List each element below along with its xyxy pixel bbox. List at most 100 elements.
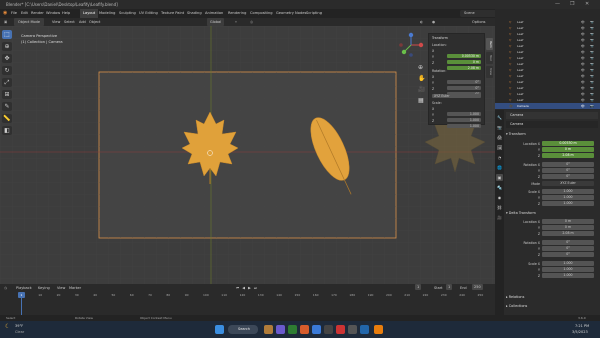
tab-tool[interactable]: Tool <box>486 52 493 64</box>
npanel-scale-z[interactable]: 1.000 <box>447 124 481 128</box>
add-cube-icon[interactable]: ◧ <box>2 126 12 135</box>
chrome-icon[interactable] <box>336 325 345 334</box>
outliner-row[interactable]: 🎥 Camera 👁 📷 <box>495 103 600 109</box>
shading-icon[interactable]: ● <box>432 18 435 26</box>
transform-section-header[interactable]: ▾ Transform <box>506 131 598 138</box>
menu-add[interactable]: Add <box>79 18 86 26</box>
menu-file[interactable]: File <box>11 9 17 18</box>
relations-section-header[interactable]: ▸ Relations <box>506 294 598 301</box>
playback-controls[interactable]: ⏮ ◀ ▶ ⏭ <box>236 284 258 292</box>
minimize-button[interactable]: — <box>555 0 560 9</box>
windows-start-icon[interactable] <box>215 325 224 334</box>
maximize-button[interactable]: ❐ <box>570 0 574 9</box>
office-icon[interactable] <box>300 325 309 334</box>
menu-object[interactable]: Object <box>89 18 100 26</box>
overlays-icon[interactable]: ◐ <box>420 18 423 26</box>
prop-location-y[interactable]: 0 m <box>542 147 594 152</box>
prop-rotation-z[interactable]: 0° <box>542 174 594 179</box>
measure-icon[interactable]: 📏 <box>2 114 12 123</box>
npanel-rotation-mode[interactable]: XYZ Euler <box>432 94 481 98</box>
rotate-icon[interactable]: ↻ <box>2 66 12 75</box>
delta-rotation-z[interactable]: 0° <box>542 252 594 257</box>
menu-help[interactable]: Help <box>62 9 70 18</box>
store-icon[interactable] <box>312 325 321 334</box>
delta-location-z[interactable]: 2.08 m <box>542 231 594 236</box>
timeline-area[interactable]: 1102030405060708090100110120130140150160… <box>0 292 495 315</box>
weather-temp[interactable]: 39°F <box>15 324 23 328</box>
transform-icon[interactable]: ⊞ <box>2 90 12 99</box>
menu-window[interactable]: Window <box>46 9 60 18</box>
delta-scale-y[interactable]: 1.000 <box>542 267 594 272</box>
prop-rotation-mode[interactable]: XYZ Euler <box>542 181 594 186</box>
workspace-tab-scripting[interactable]: Scripting <box>303 9 325 18</box>
output-props-icon[interactable]: 🖨 <box>496 134 503 141</box>
zoom-icon[interactable]: ⊕ <box>418 64 423 71</box>
properties-object-name[interactable]: Camera <box>506 112 598 119</box>
menu-render[interactable]: Render <box>31 9 44 18</box>
camera-data-props-icon[interactable]: 🎥 <box>496 214 503 221</box>
tab-item[interactable]: Item <box>486 38 493 50</box>
workspace-tab-texture-paint[interactable]: Texture Paint <box>158 9 187 18</box>
menu-select[interactable]: Select <box>64 18 75 26</box>
workspace-tab-rendering[interactable]: Rendering <box>225 9 249 18</box>
workspace-tab-compositing[interactable]: Compositing <box>247 9 276 18</box>
object-props-icon[interactable]: ▣ <box>496 174 503 181</box>
visibility-eye-icon[interactable]: 👁 <box>581 103 585 109</box>
view-layer-props-icon[interactable]: 🖼 <box>496 144 503 151</box>
delta-location-x[interactable]: 0 m <box>542 219 594 224</box>
workspace-tab-animation[interactable]: Animation <box>202 9 226 18</box>
menu-timeline-view[interactable]: View <box>57 284 65 292</box>
properties-data-name[interactable]: Camera <box>506 121 598 128</box>
tab-view[interactable]: View <box>486 66 493 78</box>
prop-location-x[interactable]: 0.00530 m <box>542 141 594 146</box>
close-button[interactable]: ✕ <box>585 0 589 9</box>
render-props-icon[interactable]: 📷 <box>496 124 503 131</box>
delta-transform-header[interactable]: ▾ Delta Transform <box>506 210 598 217</box>
annotate-icon[interactable]: ✎ <box>2 102 12 111</box>
editor-type-icon[interactable]: ▣ <box>4 18 7 26</box>
blender-taskbar-icon[interactable] <box>374 325 383 334</box>
camera-view-icon[interactable]: 🎥 <box>418 86 425 93</box>
3d-viewport[interactable]: Camera Perspective (1) Collection | Came… <box>0 26 495 284</box>
delta-rotation-y[interactable]: 0° <box>542 246 594 251</box>
snap-icon[interactable]: ⌖ <box>235 18 237 26</box>
prop-scale-z[interactable]: 1.000 <box>542 201 594 206</box>
teams-icon[interactable] <box>276 325 285 334</box>
delta-scale-x[interactable]: 1.000 <box>542 261 594 266</box>
file-explorer-icon[interactable] <box>264 325 273 334</box>
constraint-props-icon[interactable]: ⛓ <box>496 204 503 211</box>
taskbar-search[interactable]: Search <box>228 325 258 334</box>
scale-icon[interactable]: ⤢ <box>2 78 12 87</box>
delta-location-y[interactable]: 0 m <box>542 225 594 230</box>
select-box-icon[interactable]: ⬚ <box>2 30 12 39</box>
tool-props-icon[interactable]: 🔧 <box>496 114 503 121</box>
scene-props-icon[interactable]: ◔ <box>496 154 503 161</box>
world-props-icon[interactable]: 🌐 <box>496 164 503 171</box>
orientation-dropdown[interactable]: Global <box>207 18 225 26</box>
prop-scale-x[interactable]: 1.000 <box>542 189 594 194</box>
menu-keying[interactable]: Keying <box>38 284 50 292</box>
vscode-icon[interactable] <box>360 325 369 334</box>
perspective-toggle-icon[interactable]: ▦ <box>418 97 424 104</box>
navigation-gizmo[interactable] <box>398 32 424 58</box>
proportional-edit-icon[interactable]: ◎ <box>250 18 253 26</box>
terminal-icon[interactable] <box>348 325 357 334</box>
render-camera-icon[interactable]: 📷 <box>590 103 594 109</box>
prop-location-z[interactable]: 2.08 m <box>542 153 594 158</box>
current-frame-field[interactable]: 1 <box>415 284 422 290</box>
move-icon[interactable]: ✥ <box>2 54 12 63</box>
modifier-props-icon[interactable]: 🔩 <box>496 184 503 191</box>
mode-dropdown[interactable]: Object Mode <box>14 18 45 26</box>
start-frame-field[interactable]: 1 <box>446 284 453 290</box>
blender-logo-icon[interactable]: ◉ <box>3 9 7 18</box>
prop-rotation-y[interactable]: 0° <box>542 168 594 173</box>
cursor-icon[interactable]: ⊕ <box>2 42 12 51</box>
settings-icon[interactable] <box>324 325 333 334</box>
edge-icon[interactable] <box>288 325 297 334</box>
pan-hand-icon[interactable]: ✋ <box>418 75 425 82</box>
prop-rotation-x[interactable]: 0° <box>542 162 594 167</box>
end-frame-field[interactable]: 250 <box>472 284 483 290</box>
collections-section-header[interactable]: ▸ Collections <box>506 303 598 310</box>
workspace-tab-modeling[interactable]: Modeling <box>96 9 118 18</box>
menu-view[interactable]: View <box>52 18 60 26</box>
